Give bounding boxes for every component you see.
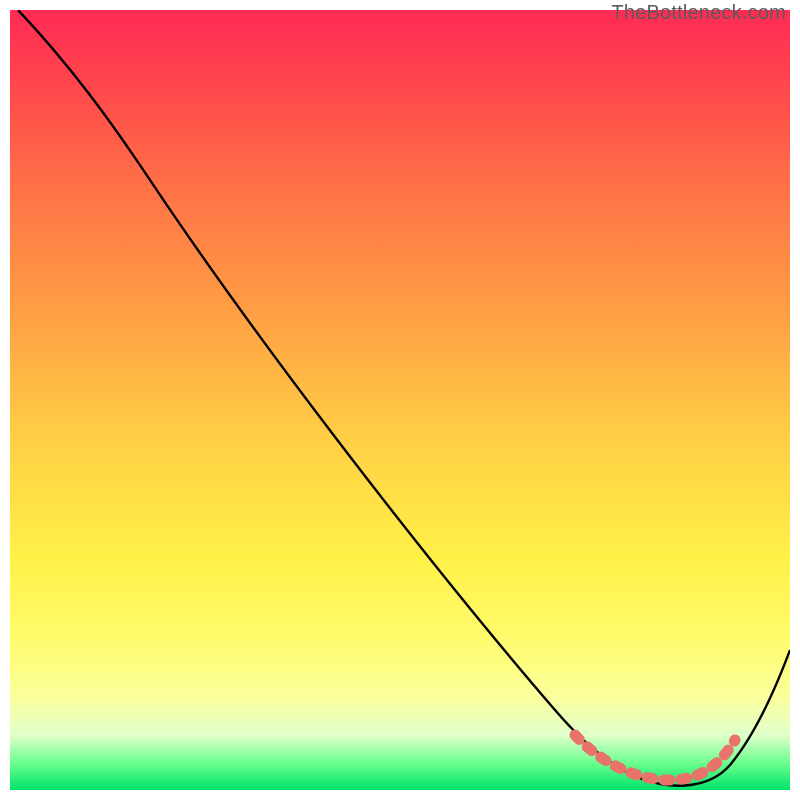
gradient-background xyxy=(10,10,790,790)
chart-stage: TheBottleneck.com xyxy=(0,0,800,800)
attribution-label: TheBottleneck.com xyxy=(611,2,786,25)
